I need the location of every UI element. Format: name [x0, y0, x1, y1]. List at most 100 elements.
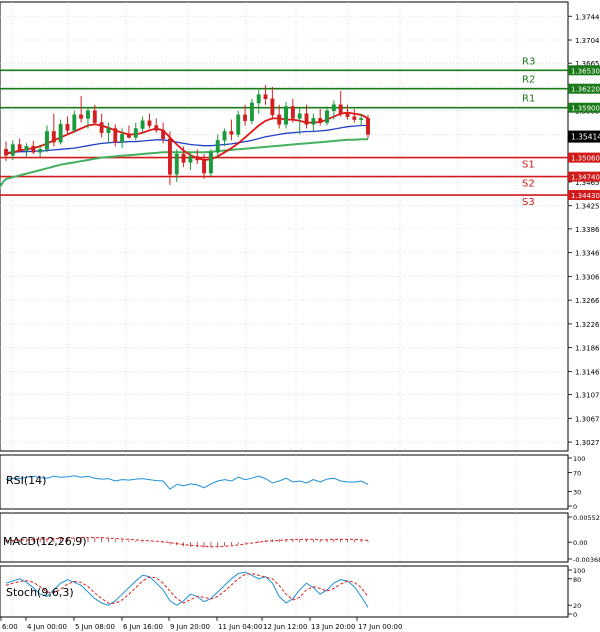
time-tick-label: 6:00	[2, 623, 18, 631]
time-tick-label: 13 Jun 20:00	[311, 623, 355, 631]
candle-body	[92, 110, 97, 123]
candle-body	[331, 104, 336, 111]
current-price-marker: 1.35414	[568, 130, 600, 143]
level-tag-r1: 1.35900	[571, 105, 600, 113]
price-tick-label: 1.30670	[575, 415, 600, 423]
candle-body	[243, 114, 248, 122]
candle-body	[202, 159, 207, 174]
candle-body	[256, 94, 261, 104]
price-tick-label: 1.31070	[575, 392, 600, 400]
candle-body	[126, 134, 131, 138]
candle-body	[345, 113, 350, 117]
candle-body	[106, 128, 111, 133]
candle-body	[154, 125, 159, 131]
candle-body	[181, 153, 186, 163]
candle-body	[304, 113, 309, 125]
level-tag-s2: 1.34740	[571, 174, 600, 182]
candle-body	[45, 131, 49, 150]
price-tick-label: 1.34250	[575, 203, 600, 211]
price-tick-label: 1.33060	[575, 273, 600, 281]
stoch-title: Stoch(9,6,3)	[6, 586, 74, 599]
candle-body	[113, 128, 118, 143]
candle-body	[318, 118, 323, 123]
candle-body	[161, 130, 166, 139]
candle-body	[215, 140, 220, 153]
level-label-r3: R3	[522, 56, 535, 67]
osc-tick-label: 70	[573, 469, 581, 477]
price-tick-label: 1.37040	[575, 37, 600, 45]
candle-body	[79, 114, 84, 119]
rsi-title: RSI(14)	[6, 474, 46, 487]
time-tick-label: 6 Jun 16:00	[123, 623, 163, 631]
candle-body	[352, 116, 357, 120]
candle-body	[284, 106, 288, 125]
candle-body	[208, 152, 213, 174]
price-tick-label: 1.32660	[575, 297, 600, 305]
candle-body	[72, 114, 77, 131]
candle-body	[51, 131, 56, 143]
candle-body	[290, 106, 295, 119]
price-axis: 1.374401.370401.366501.362501.358501.354…	[568, 13, 600, 447]
level-label-r2: R2	[522, 75, 535, 86]
osc-tick-label: 0.005524	[573, 514, 600, 522]
candle-body	[167, 138, 172, 175]
current-price-label: 1.35414	[571, 133, 600, 142]
candle-body	[58, 124, 63, 143]
time-axis: 6:00 4 Jun 00:00 5 Jun 08:00 6 Jun 16:00 9 J…	[0, 617, 402, 631]
time-tick-label: 12 Jun 12:00	[263, 623, 307, 631]
time-tick-label: 9 Jun 20:00	[170, 623, 210, 631]
macd-title: MACD(12,26,9)	[3, 535, 87, 548]
candle-body	[99, 122, 104, 133]
candle-body	[147, 120, 152, 126]
price-tick-label: 1.30270	[575, 439, 600, 447]
price-tick-label: 1.31460	[575, 368, 600, 376]
level-tag-r3: 1.36530	[571, 67, 600, 75]
time-tick-label: 5 Jun 08:00	[75, 623, 115, 631]
price-tick-label: 1.33460	[575, 250, 600, 258]
price-tick-label: 1.31860	[575, 345, 600, 353]
level-label-s3: S3	[522, 197, 535, 208]
candle-body	[297, 113, 302, 119]
candle-body	[249, 102, 254, 122]
candle-body	[222, 131, 227, 141]
candle-body	[174, 153, 179, 175]
time-tick-label: 17 Jun 00:00	[358, 623, 402, 631]
rsi-panel	[0, 454, 569, 510]
level-label-r1: R1	[522, 94, 535, 105]
candle-body	[188, 156, 193, 163]
candle-body	[133, 128, 138, 138]
osc-tick-label: 0	[573, 611, 577, 619]
osc-tick-label: 100	[573, 455, 585, 463]
candle-body	[277, 114, 282, 125]
candle-body	[120, 134, 125, 143]
osc-tick-label: 0	[573, 503, 577, 511]
osc-tick-label: 0.00	[573, 539, 587, 547]
time-tick-label: 4 Jun 00:00	[27, 623, 67, 631]
candle-body	[17, 144, 22, 151]
price-tick-label: 1.33860	[575, 226, 600, 234]
candle-body	[325, 110, 329, 123]
stoch-panel	[0, 565, 569, 618]
stoch-axis: 10080 200	[568, 567, 585, 619]
candle-body	[31, 146, 36, 153]
candle-body	[140, 120, 145, 129]
candle-body	[195, 156, 200, 161]
candle-body	[24, 146, 29, 151]
level-label-s1: S1	[522, 160, 535, 171]
osc-tick-label: 100	[573, 567, 585, 575]
candle-body	[338, 104, 343, 114]
candle-body	[10, 144, 15, 156]
level-label-s2: S2	[522, 179, 535, 190]
osc-tick-label: 20	[573, 602, 581, 610]
osc-tick-label: -0.003689	[573, 556, 600, 564]
candle-body	[86, 110, 90, 119]
candle-body	[263, 94, 268, 100]
candle-body	[270, 98, 275, 116]
level-tag-s3: 1.34430	[571, 192, 600, 200]
rsi-axis: 100 70 30 0	[568, 455, 585, 511]
candle-body	[311, 118, 316, 125]
price-panel	[0, 1, 569, 452]
price-tick-label: 1.37440	[575, 13, 600, 21]
candle-body	[4, 149, 8, 156]
price-tick-label: 1.32260	[575, 321, 600, 329]
